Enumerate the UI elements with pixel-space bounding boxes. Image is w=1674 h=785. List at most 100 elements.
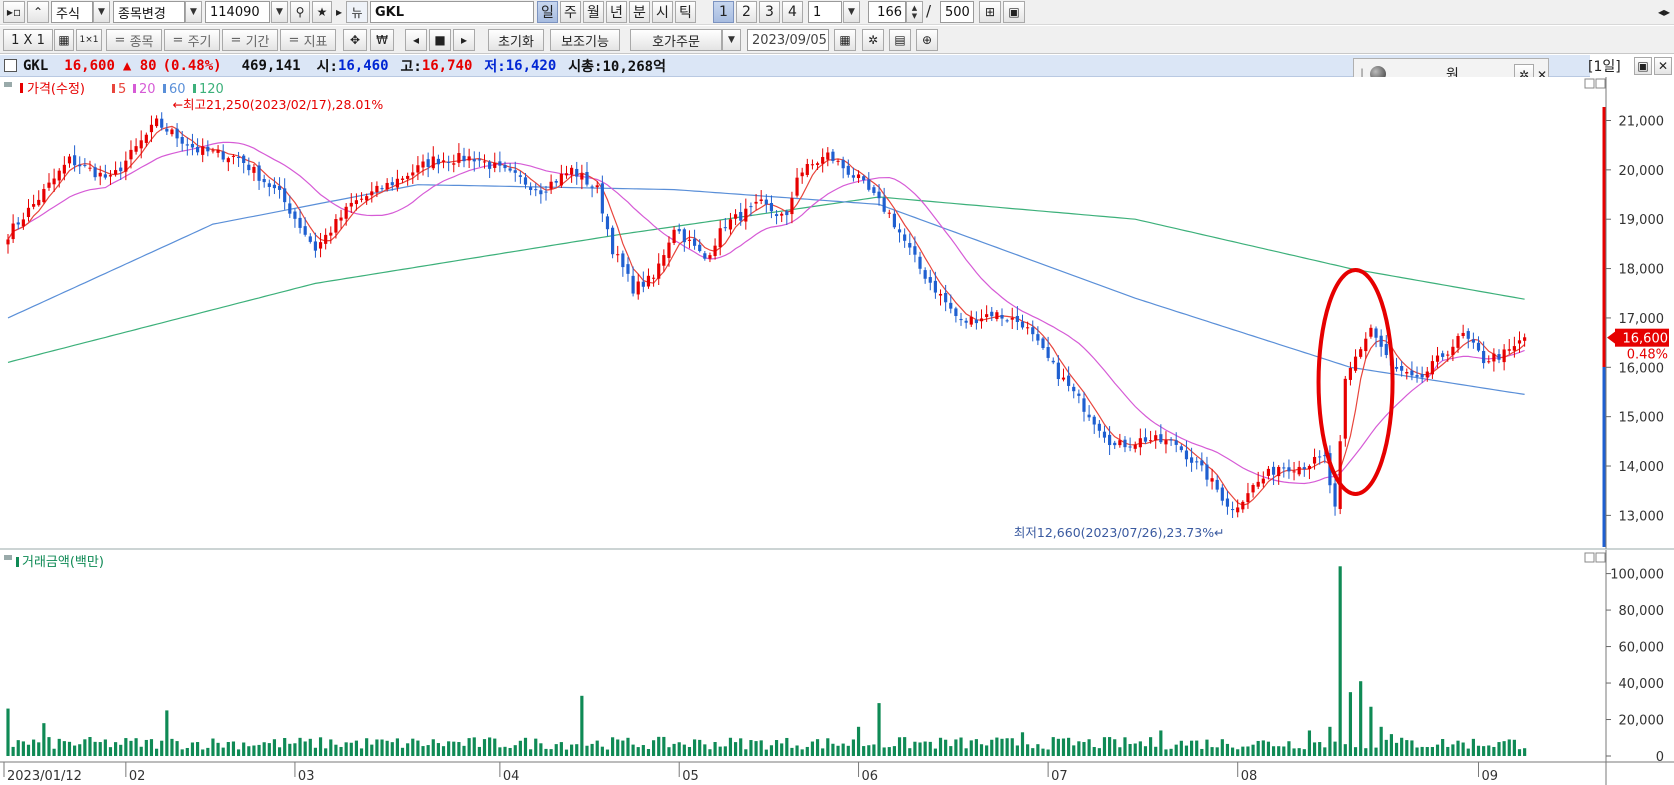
indicator-option-label: 지표 [303,34,328,50]
period-month[interactable]: 월 [583,1,604,23]
date-input[interactable]: 2023/09/05 [747,29,829,51]
candle-up [1312,456,1317,464]
stock-code-value: 114090 [210,4,260,20]
period-year[interactable]: 년 [606,1,627,23]
candle-up [754,201,758,204]
volume-bar [211,738,215,756]
period-minute[interactable]: 분 [629,1,650,23]
candle-down [933,280,937,293]
volume-bar [969,740,973,756]
market-dropdown-button[interactable]: ▼ [93,1,110,23]
volume-bar [795,745,799,756]
collapse-button[interactable]: ⌃ [27,1,49,23]
candle-up [452,163,456,165]
reset-button[interactable]: 초기화 [488,29,544,51]
indicator-option-button[interactable]: = 지표 [280,29,336,51]
change-symbol-select[interactable]: 종목변경 [113,1,185,23]
candle-up [810,164,815,166]
volume-bar [124,738,128,756]
stop-button[interactable]: ■ [429,29,451,51]
period-hour[interactable]: 시 [652,1,673,23]
settings-button[interactable]: ✲ [862,29,884,51]
volume-bar [426,745,430,756]
zoom-button[interactable]: ⊕ [916,29,938,51]
save-button[interactable]: ▣ [1003,1,1025,23]
order-button[interactable]: 호가주문 [630,29,722,51]
panel-toggle-button[interactable]: ▸▫ [3,1,25,23]
candle-up [616,254,620,256]
candle-down [682,229,686,243]
currency-button[interactable]: ₩ [370,29,394,51]
candle-down [1476,342,1481,351]
volume-bar [83,739,87,756]
candle-down [529,187,533,190]
volume-bar [949,746,953,756]
period-week[interactable]: 주 [560,1,581,23]
expand-right-button[interactable]: ◂▸ [1656,1,1672,23]
stock-chart[interactable]: 21,000 20,000 19,000 18,000 17,000 16,000 15,0… [0,77,1674,785]
multiplier-2[interactable]: 2 [736,1,757,23]
quote-checkbox[interactable] [4,59,17,72]
count-input[interactable]: 166 [868,1,906,23]
info-stock-name: GKL [23,57,49,74]
single-layout-button[interactable]: 1×1 [76,29,102,51]
layout-button[interactable]: 1 X 1 [3,29,53,51]
aux-function-button[interactable]: 보조기능 [550,29,620,51]
count-stepper[interactable]: ▲ ▼ [906,1,923,23]
x-tick-label: 05 [682,769,699,784]
candle-up [11,223,15,240]
window-restore-button[interactable]: ▣ [1634,57,1652,75]
calculator-button[interactable]: ▤ [889,29,911,51]
multiplier-1[interactable]: 1 [713,1,734,23]
candle-down [436,158,440,165]
multiplier-4[interactable]: 4 [782,1,803,23]
period-day[interactable]: 일 [537,1,558,23]
scroll-left-button[interactable]: ◂ [405,29,427,51]
candle-up [795,177,799,196]
stock-code-dropdown-button[interactable]: ▼ [271,1,288,23]
volume-bar [114,742,118,756]
volume-bar [785,737,789,756]
change-symbol-dropdown-button[interactable]: ▼ [185,1,202,23]
candle-down [195,146,200,153]
add-count-button[interactable]: ⊞ [979,1,1001,23]
volume-bar [672,743,676,756]
x-tick-label: 02 [129,769,146,784]
period-option-button[interactable]: = 주기 [164,29,220,51]
volume-bar [1046,749,1050,756]
calendar-button[interactable]: ▦ [834,29,856,51]
next-arrow-button[interactable]: ▸ [334,1,344,23]
volume-bar [1128,743,1132,756]
stock-name-field[interactable]: GKL [370,1,534,23]
volume-bar [1220,739,1224,756]
search-button[interactable]: ⚲ [290,1,310,23]
candle-up [1512,346,1516,351]
candle-down [1056,362,1060,380]
window-close-button[interactable]: ✕ [1654,57,1672,75]
favorite-button[interactable]: ★ [312,1,332,23]
news-button[interactable]: 뉴 [346,1,368,23]
scroll-right-button[interactable]: ▸ [453,29,475,51]
candle-down [611,227,615,255]
candle-down [272,184,277,189]
candle-down [1220,487,1224,501]
multiplier-input[interactable]: 1 [808,1,842,23]
count-max-input[interactable]: 500 [940,1,974,23]
candle-down [380,188,384,190]
legend-ma-label: 20 [139,82,156,97]
candle-down [1410,370,1414,376]
volume-bar [293,743,297,756]
symbol-option-button[interactable]: = 종목 [106,29,162,51]
volume-bar [872,744,876,756]
move-button[interactable]: ✥ [343,29,367,51]
multiplier-dropdown-button[interactable]: ▼ [843,1,860,23]
range-option-button[interactable]: = 기간 [222,29,278,51]
market-select[interactable]: 주식 [51,1,93,23]
stock-code-input[interactable]: 114090 [205,1,270,23]
volume-bar [339,746,343,756]
period-tick[interactable]: 틱 [675,1,696,23]
multiplier-3[interactable]: 3 [759,1,780,23]
volume-bar [1138,741,1142,756]
order-dropdown-button[interactable]: ▼ [722,29,741,51]
grid-layout-button[interactable]: ▦ [54,29,74,51]
